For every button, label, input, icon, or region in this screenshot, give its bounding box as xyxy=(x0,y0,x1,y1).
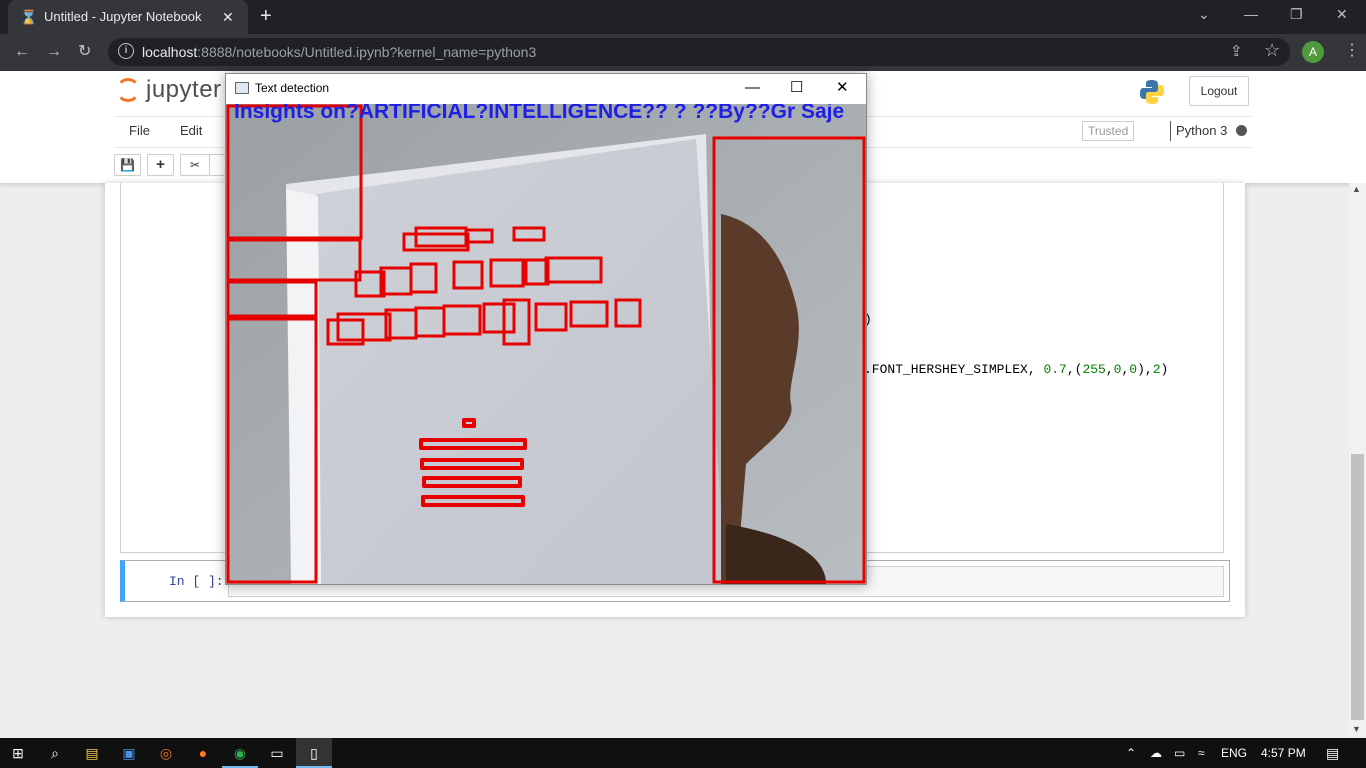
scroll-up-icon[interactable]: ▲ xyxy=(1352,184,1361,194)
site-info-icon[interactable]: i xyxy=(118,43,134,59)
scroll-down-icon[interactable]: ▼ xyxy=(1352,724,1361,734)
chevron-up-icon[interactable]: ⌃ xyxy=(1126,745,1136,761)
hourglass-icon: ⌛ xyxy=(20,9,38,25)
close-window-button[interactable]: ✕ xyxy=(1336,4,1348,24)
code-number: 0 xyxy=(1129,362,1138,377)
cloud-icon[interactable]: ☁ xyxy=(1150,745,1162,761)
zoom-icon[interactable]: ▣ xyxy=(111,738,147,768)
kernel-name[interactable]: Python 3 xyxy=(1176,123,1227,138)
code-token: ,( xyxy=(1066,362,1083,377)
wifi-icon[interactable]: ≈ xyxy=(1198,745,1205,761)
copy-button[interactable] xyxy=(209,154,225,176)
restore-button[interactable]: ❐ xyxy=(1290,4,1303,24)
cv-minimize-button[interactable]: — xyxy=(745,78,760,98)
input-prompt: In [ ]: xyxy=(169,574,224,589)
file-explorer-icon[interactable]: ▤ xyxy=(74,738,110,768)
scrollbar-thumb[interactable] xyxy=(1351,454,1364,720)
tab-title: Untitled - Jupyter Notebook xyxy=(44,9,202,24)
jupyter-app-icon[interactable]: ◎ xyxy=(148,738,184,768)
menu-file[interactable]: File xyxy=(129,123,150,138)
jupyter-logo-icon xyxy=(116,78,140,102)
windows-start-icon[interactable]: ⊞ xyxy=(0,738,36,768)
chevron-down-icon[interactable]: ⌄ xyxy=(1198,4,1210,24)
reload-icon[interactable]: ↻ xyxy=(78,41,91,63)
terminal-icon[interactable]: ▭ xyxy=(259,738,295,768)
save-button[interactable]: 💾 xyxy=(114,154,141,176)
jupyter-logo-text[interactable]: jupyter xyxy=(146,76,222,104)
new-tab-button[interactable]: + xyxy=(260,5,272,27)
back-arrow-icon[interactable]: ← xyxy=(14,41,30,63)
kernel-status-indicator xyxy=(1236,125,1247,136)
camera-frame-image: Insights on?ARTIFICIAL?INTELLIGENCE?? ? … xyxy=(226,104,866,584)
code-number: 0.7 xyxy=(1043,362,1067,377)
share-icon[interactable]: ⇪ xyxy=(1230,42,1243,60)
clock-time[interactable]: 4:57 PM xyxy=(1261,745,1306,761)
code-token: .FONT_HERSHEY_SIMPLEX, xyxy=(864,362,1044,377)
forward-arrow-icon[interactable]: → xyxy=(46,41,62,63)
camera-frame: Insights on?ARTIFICIAL?INTELLIGENCE?? ? … xyxy=(226,104,866,584)
code-token: ) xyxy=(1160,362,1169,377)
insert-cell-button[interactable]: + xyxy=(147,154,174,176)
code-line-fragment: .FONT_HERSHEY_SIMPLEX, 0.7,(255,0,0),2) xyxy=(864,362,1168,377)
document-icon[interactable]: ▯ xyxy=(296,738,332,768)
chrome-icon[interactable]: ◉ xyxy=(222,738,258,768)
cut-button[interactable]: ✂ xyxy=(180,154,210,176)
detected-text-overlay: Insights on?ARTIFICIAL?INTELLIGENCE?? ? … xyxy=(234,104,844,123)
close-tab-icon[interactable]: ✕ xyxy=(222,8,234,26)
cv-window-title: Text detection xyxy=(255,81,330,95)
code-number: 255 xyxy=(1082,362,1106,377)
url-host: localhost xyxy=(142,44,198,60)
cv-close-button[interactable]: ✕ xyxy=(836,78,849,98)
url-text[interactable]: localhost:8888/notebooks/Untitled.ipynb?… xyxy=(142,43,536,61)
language-indicator[interactable]: ENG xyxy=(1221,745,1247,761)
bookmark-star-icon[interactable]: ☆ xyxy=(1264,40,1280,61)
battery-icon[interactable]: ▭ xyxy=(1174,745,1185,761)
python-logo-icon xyxy=(1140,80,1164,104)
trusted-indicator[interactable]: Trusted xyxy=(1082,121,1135,141)
notifications-icon[interactable]: ▤ xyxy=(1326,745,1339,761)
cv-maximize-button[interactable]: ☐ xyxy=(790,78,803,98)
code-number: 2 xyxy=(1152,362,1161,377)
window-app-icon xyxy=(235,82,249,94)
firefox-icon[interactable]: ● xyxy=(185,738,221,768)
url-path: :8888/notebooks/Untitled.ipynb?kernel_na… xyxy=(197,44,537,60)
code-token: ), xyxy=(1137,362,1153,377)
profile-avatar[interactable]: A xyxy=(1302,41,1324,63)
search-icon[interactable]: ⌕ xyxy=(37,738,73,768)
minimize-button[interactable]: — xyxy=(1244,4,1258,24)
more-menu-icon[interactable]: ⋮ xyxy=(1344,41,1360,61)
code-token: , xyxy=(1105,362,1114,377)
menu-edit[interactable]: Edit xyxy=(180,123,202,138)
logout-button[interactable]: Logout xyxy=(1189,76,1249,106)
kernel-divider xyxy=(1170,121,1171,141)
